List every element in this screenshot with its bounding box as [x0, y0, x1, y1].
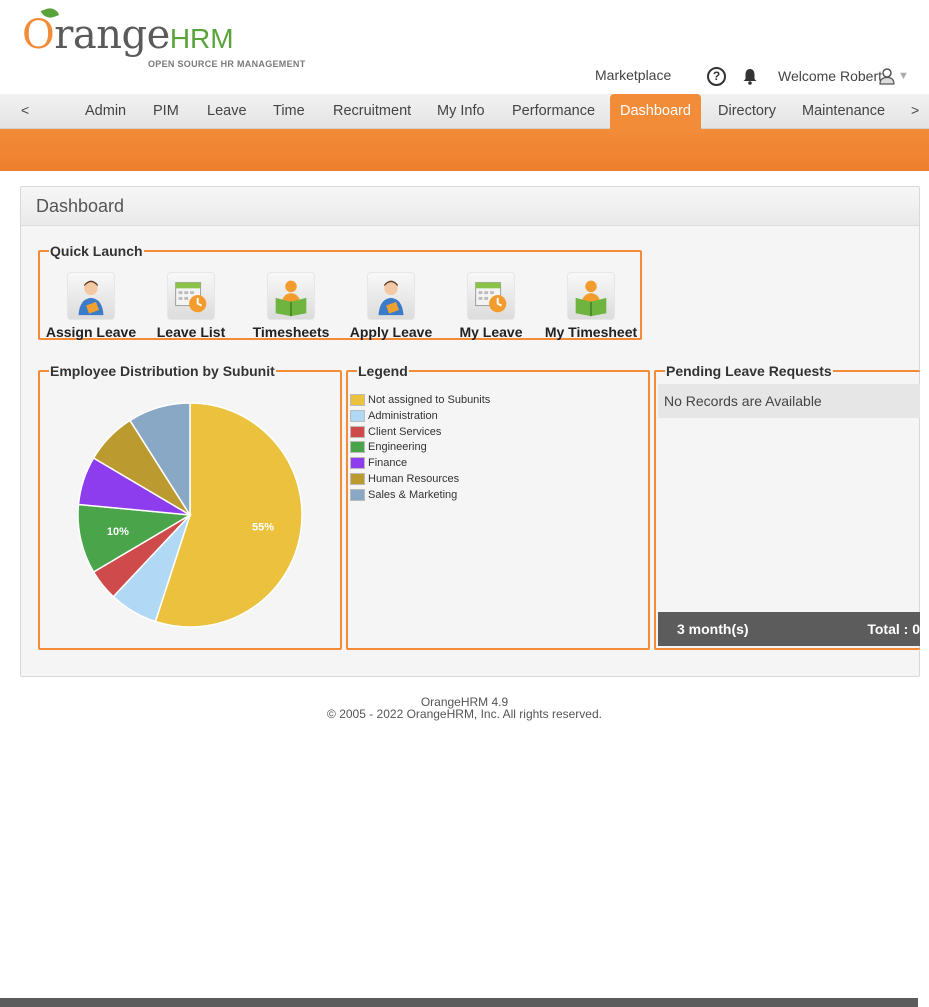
menu-prev-arrow[interactable]: <	[21, 102, 29, 118]
distribution-pie-chart: 55% 10%	[77, 402, 303, 628]
legend-swatch	[350, 409, 365, 422]
quick-launch-label: My Timesheet	[544, 324, 638, 340]
my-leave-icon	[467, 272, 515, 320]
logo-orange-text: range	[54, 12, 170, 58]
menu-item-recruitment[interactable]: Recruitment	[323, 94, 421, 129]
menu-next-arrow[interactable]: >	[911, 102, 919, 118]
submenu-band	[0, 129, 929, 171]
legend-swatch	[350, 488, 365, 501]
pending-leave-panel: Pending Leave Requests No Records are Av…	[654, 364, 920, 650]
legend-label: Human Resources	[368, 473, 460, 485]
leave-list-icon	[167, 272, 215, 320]
chevron-down-icon[interactable]: ▼	[898, 70, 909, 82]
pending-period: 3 month(s)	[677, 621, 749, 637]
logo-hrm-text: HRM	[169, 23, 234, 54]
bottom-scrollbar[interactable]	[0, 998, 918, 1007]
welcome-user-link[interactable]: Welcome Robert	[778, 68, 882, 90]
legend-label: Finance	[368, 457, 408, 470]
assign-leave-icon	[67, 272, 115, 320]
quick-launch-label: Apply Leave	[349, 324, 433, 340]
quick-launch-label: Leave List	[156, 324, 226, 340]
legend-title: Legend	[358, 363, 408, 379]
logo-wordmark: OrangeHRM	[22, 12, 234, 58]
dashboard-header: Dashboard	[21, 187, 919, 226]
quick-launch-label: Timesheets	[252, 324, 330, 340]
legend-label: Engineering	[368, 441, 427, 454]
pending-title: Pending Leave Requests	[666, 363, 832, 379]
help-icon[interactable]: ?	[707, 67, 726, 86]
pie-data-label: 10%	[107, 526, 129, 538]
main-menu: < Admin PIM Leave Time Recruitment My In…	[0, 94, 929, 129]
pending-footer: 3 month(s) Total : 0	[658, 612, 920, 646]
legend-swatch	[350, 394, 365, 406]
quick-launch-timesheets[interactable]: Timesheets	[241, 272, 341, 340]
legend-swatch	[350, 441, 365, 454]
logo-tagline: OPEN SOURCE HR MANAGEMENT	[148, 59, 306, 69]
footer-copyright: © 2005 - 2022 OrangeHRM, Inc. All rights…	[327, 707, 602, 721]
legend-swatch	[350, 457, 365, 470]
marketplace-link[interactable]: Marketplace	[595, 67, 671, 89]
employee-distribution-panel: Employee Distribution by Subunit 55% 10%	[38, 364, 342, 650]
legend-label: Administration	[368, 409, 438, 422]
legend-list: Not assigned to Subunits Administration Cl…	[348, 392, 648, 592]
legend-swatch	[350, 425, 365, 438]
menu-item-my-info[interactable]: My Info	[427, 94, 495, 129]
legend-label: Sales & Marketing	[368, 488, 458, 501]
menu-item-leave[interactable]: Leave	[197, 94, 257, 129]
menu-item-pim[interactable]: PIM	[143, 94, 189, 129]
pie-data-label: 55%	[252, 522, 274, 534]
orangehrm-logo[interactable]: OrangeHRM OPEN SOURCE HR MANAGEMENT	[22, 5, 322, 72]
legend-panel: Legend Not assigned to Subunits Administr…	[346, 364, 650, 650]
pending-empty-message: No Records are Available	[658, 384, 920, 418]
pending-total: Total : 0	[867, 621, 920, 637]
quick-launch-label: My Leave	[459, 324, 523, 340]
apply-leave-icon	[367, 272, 415, 320]
my-timesheet-icon	[567, 272, 615, 320]
menu-item-directory[interactable]: Directory	[708, 94, 786, 129]
timesheets-icon	[267, 272, 315, 320]
page-footer: OrangeHRM 4.9 © 2005 - 2022 OrangeHRM, I…	[0, 696, 929, 720]
menu-item-dashboard[interactable]: Dashboard	[610, 94, 701, 129]
menu-item-performance[interactable]: Performance	[502, 94, 605, 129]
page-title: Dashboard	[36, 196, 125, 216]
user-icon[interactable]	[878, 67, 896, 85]
quick-launch-panel: Quick Launch Assign Leave Leave List Tim…	[38, 244, 642, 340]
legend-label: Not assigned to Subunits	[368, 394, 491, 406]
bell-icon[interactable]	[742, 68, 758, 85]
quick-launch-leave-list[interactable]: Leave List	[141, 272, 241, 340]
header: OrangeHRM OPEN SOURCE HR MANAGEMENT Mark…	[0, 0, 929, 94]
quick-launch-my-timesheet[interactable]: My Timesheet	[541, 272, 641, 340]
quick-launch-apply-leave[interactable]: Apply Leave	[341, 272, 441, 340]
legend-swatch	[350, 473, 365, 485]
menu-item-maintenance[interactable]: Maintenance	[792, 94, 895, 129]
quick-launch-label: Assign Leave	[45, 324, 137, 340]
menu-item-admin[interactable]: Admin	[75, 94, 136, 129]
quick-launch-assign-leave[interactable]: Assign Leave	[41, 272, 141, 340]
legend-label: Client Services	[368, 425, 442, 438]
quick-launch-my-leave[interactable]: My Leave	[441, 272, 541, 340]
menu-item-time[interactable]: Time	[263, 94, 315, 129]
quick-launch-title: Quick Launch	[50, 243, 143, 259]
distribution-title: Employee Distribution by Subunit	[50, 363, 275, 379]
